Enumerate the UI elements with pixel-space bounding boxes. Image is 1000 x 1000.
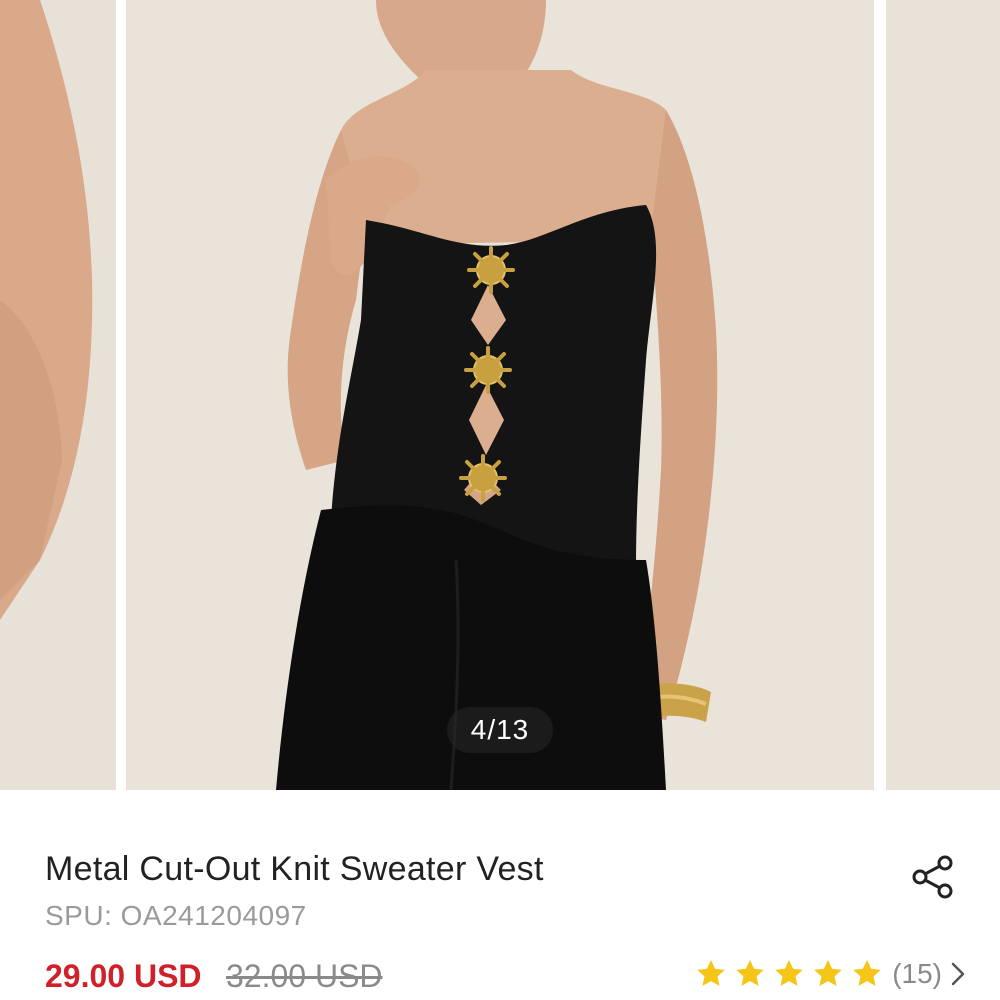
product-photo-next [886,0,1000,790]
star-icon [853,960,881,986]
product-spu: SPU: OA241204097 [45,900,307,931]
current-price: 29.00 USD [45,958,202,994]
share-button[interactable] [906,850,960,904]
chevron-right-icon [951,962,965,986]
star-icon [814,960,842,986]
share-icon [912,855,953,899]
product-photo [126,0,874,790]
star-icon [775,960,803,986]
product-info: Metal Cut-Out Knit Sweater Vest SPU: OA2… [0,790,1000,1000]
gallery-slide-next[interactable] [886,0,1000,790]
star-icon [736,960,764,986]
rating-reviews-link[interactable]: (15) [695,958,966,990]
original-price: 32.00 USD [225,958,383,994]
product-title: Metal Cut-Out Knit Sweater Vest [45,850,544,888]
review-count: (15) [892,958,942,989]
price-row: 29.00 USD 32.00 USD [45,958,383,995]
star-icon [697,960,725,986]
gallery-page-counter: 4/13 [447,707,553,753]
image-gallery[interactable]: 4/13 [0,0,1000,790]
gallery-slide-current[interactable] [126,0,874,790]
product-photo-previous [0,0,116,790]
gallery-slide-previous[interactable] [0,0,116,790]
